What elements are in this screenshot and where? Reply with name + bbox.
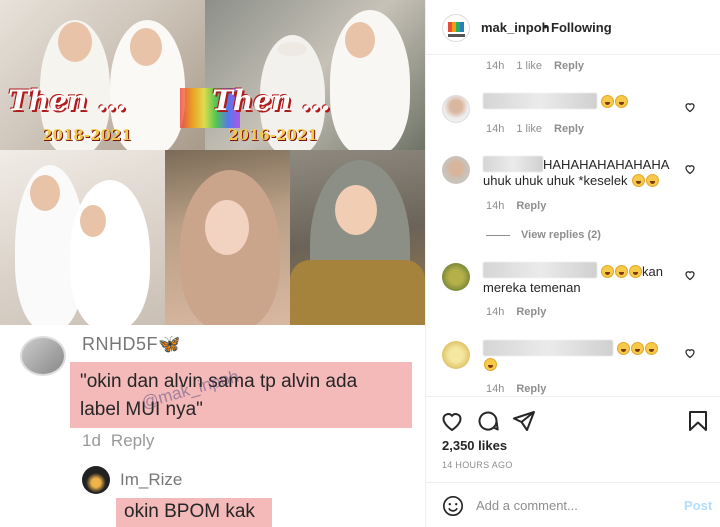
like-heart-icon[interactable] [440, 409, 464, 433]
blurred-username [483, 262, 597, 278]
comment-meta: 14h 1 like Reply [486, 60, 596, 72]
following-button[interactable]: Following [551, 20, 612, 35]
tiktok-username: RNHD5F🦋 [82, 334, 181, 354]
rofl-emoji [645, 342, 658, 355]
like-comment-heart-icon[interactable] [684, 347, 696, 359]
post-header: mak_inpoh • Following [426, 0, 720, 55]
laughing-emoji [632, 174, 646, 187]
comment-text [600, 93, 628, 110]
account-username[interactable]: mak_inpoh [481, 20, 550, 35]
photo-hijab-2 [290, 150, 425, 325]
comment-likes[interactable]: 1 like [516, 60, 542, 72]
tiktok-age: 1d [82, 431, 101, 450]
comment-time: 14h [486, 383, 505, 395]
add-comment-bar: Post [426, 482, 720, 527]
butterfly-icon: 🦋 [158, 334, 181, 354]
comment-time: 14h [486, 306, 505, 318]
rofl-emoji [617, 342, 630, 355]
comment-input[interactable] [476, 493, 666, 517]
years-label-left: 2018-2021 [42, 126, 132, 144]
comment-reply-button[interactable]: Reply [516, 200, 546, 212]
tiktok-reply-username: Im_Rize [120, 470, 183, 489]
post-side-panel: mak_inpoh • Following 14h 1 like Reply 14h… [425, 0, 720, 527]
blurred-username [483, 156, 543, 172]
emoji-picker-icon[interactable] [442, 495, 464, 517]
post-image[interactable]: Then ... 2018-2021 Then ... 2016-2021 RN… [0, 0, 425, 527]
comment-text-line2: mereka temenan [483, 280, 581, 295]
laughing-emoji [615, 95, 628, 108]
comment-avatar[interactable] [442, 341, 470, 369]
comment-reply-button[interactable]: Reply [554, 60, 584, 72]
laughing-emoji [629, 265, 642, 278]
comment-text-line1: kan [600, 263, 663, 280]
comment-time: 14h [486, 123, 505, 135]
comment-avatar[interactable] [442, 156, 470, 184]
like-comment-heart-icon[interactable] [684, 101, 696, 113]
tiktok-reply-text: okin BPOM kak [116, 498, 272, 527]
view-replies-button[interactable]: View replies (2) [521, 229, 601, 241]
comments-list[interactable]: 14h 1 like Reply 14h 1 like Reply HAHAHAHAHA… [426, 56, 720, 395]
view-replies-line [486, 235, 510, 236]
likes-count[interactable]: 2,350 likes [442, 438, 507, 453]
tiktok-avatar [20, 336, 66, 376]
comment-time: 14h [486, 60, 505, 72]
laughing-emoji [615, 265, 628, 278]
rofl-emoji [484, 358, 497, 371]
blurred-username [483, 340, 613, 356]
laughing-emoji [601, 265, 614, 278]
then-label-right: Then ... [212, 84, 331, 117]
comment-text-line2: uhuk uhuk uhuk *keselek [483, 172, 660, 189]
comment-reply-button[interactable]: Reply [516, 306, 546, 318]
like-comment-heart-icon[interactable] [684, 269, 696, 281]
tiktok-comment-meta: 1d Reply [82, 431, 154, 451]
like-comment-heart-icon[interactable] [684, 163, 696, 175]
laughing-emoji [601, 95, 614, 108]
tiktok-comment-text: "okin dan alvin sama tp alvin ada label … [70, 362, 412, 428]
comment-meta: 14h 1 like Reply [486, 123, 596, 135]
comment-text-line1: HAHAHAHAHAHAHA [543, 157, 670, 172]
comment-reply-button[interactable]: Reply [516, 383, 546, 395]
comment-likes[interactable]: 1 like [516, 123, 542, 135]
then-label-left: Then ... [8, 84, 127, 117]
tiktok-reply: Reply [110, 431, 155, 450]
rofl-emoji [631, 342, 644, 355]
tiktok-reply-avatar [82, 466, 110, 494]
post-comment-button[interactable]: Post [684, 498, 712, 513]
comment-avatar[interactable] [442, 95, 470, 123]
photo-wedding [0, 150, 165, 325]
comment-meta: 14h Reply [486, 200, 558, 212]
comment-time: 14h [486, 200, 505, 212]
comment-emojis-line2 [483, 356, 497, 373]
post-timestamp[interactable]: 14 HOURS AGO [442, 460, 513, 470]
photo-hijab-1 [165, 150, 290, 325]
comment-bubble-icon[interactable] [476, 409, 500, 433]
share-send-icon[interactable] [512, 409, 536, 433]
account-avatar[interactable] [442, 14, 470, 42]
comment-reply-button[interactable]: Reply [554, 123, 584, 135]
blurred-username [483, 93, 597, 109]
post-actions: 2,350 likes 14 HOURS AGO [426, 396, 720, 481]
comment-meta: 14h Reply [486, 306, 558, 318]
comment-emojis [616, 340, 658, 357]
comment-avatar[interactable] [442, 263, 470, 291]
save-bookmark-icon[interactable] [686, 409, 710, 433]
laughing-emoji [646, 174, 660, 187]
header-separator: • [543, 19, 548, 34]
comment-meta: 14h Reply [486, 383, 558, 395]
years-label-right: 2016-2021 [228, 126, 318, 144]
